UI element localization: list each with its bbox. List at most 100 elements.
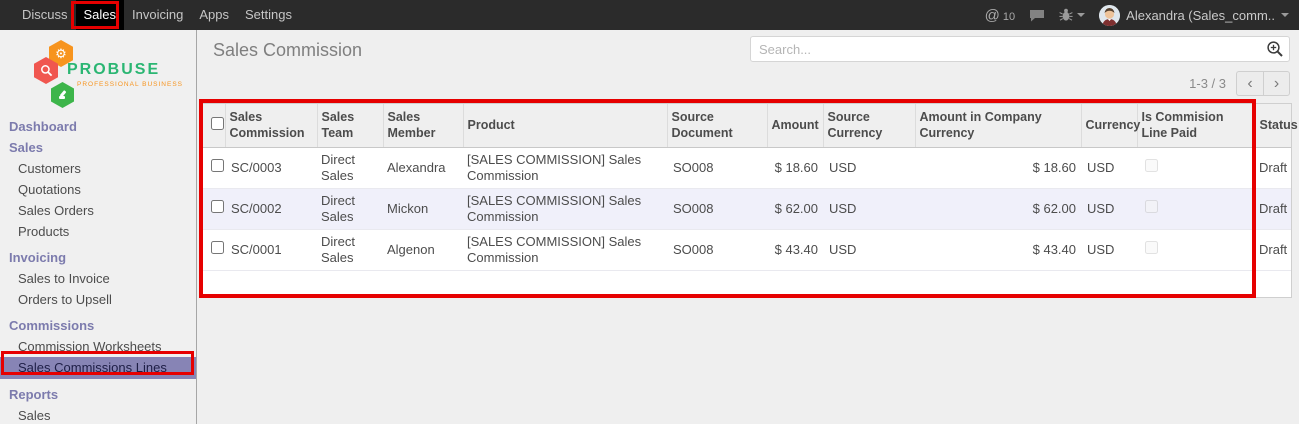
is-paid-checkbox (1145, 159, 1158, 172)
cell-amount-company: $ 43.40 (915, 229, 1081, 270)
col-amount[interactable]: Amount (767, 104, 823, 147)
mention-count: 10 (1003, 11, 1015, 23)
search-box (750, 36, 1290, 62)
col-currency[interactable]: Currency (1081, 104, 1137, 147)
is-paid-checkbox (1145, 241, 1158, 254)
menu-item[interactable]: Discuss (14, 0, 76, 30)
search-zoom-icon[interactable] (1261, 40, 1289, 58)
search-input[interactable] (751, 42, 1261, 57)
sidebar-item[interactable]: Reports (0, 384, 196, 405)
sidebar-item[interactable]: Commissions (0, 315, 196, 336)
at-icon: @ (985, 7, 1000, 24)
cell-amount-company: $ 62.00 (915, 188, 1081, 229)
cell-currency: USD (1081, 147, 1137, 188)
table-empty-space (203, 271, 1291, 297)
sidebar-item[interactable]: Sales (0, 137, 196, 158)
topbar: Discuss Sales Invoicing Apps Settings (0, 0, 1299, 30)
col-sales-team[interactable]: Sales Team (317, 104, 383, 147)
menu-item[interactable]: Apps (191, 0, 237, 30)
commission-table: Sales Commission Sales Team Sales Member… (202, 103, 1292, 298)
pager-prev-button[interactable]: ‹ (1236, 71, 1263, 96)
cell-source-currency: USD (823, 229, 915, 270)
topbar-right: @ 10 (985, 0, 1299, 30)
col-product[interactable]: Product (463, 104, 667, 147)
sidebar-item[interactable]: Sales (0, 405, 196, 424)
cell-sales-commission: SC/0001 (225, 229, 317, 270)
col-sales-commission[interactable]: Sales Commission (225, 104, 317, 147)
cell-sales-member: Mickon (383, 188, 463, 229)
sidebar-item[interactable]: Products (0, 221, 196, 242)
cell-is-paid (1137, 188, 1255, 229)
cell-product: [SALES COMMISSION] Sales Commission (463, 188, 667, 229)
app-menu: Discuss Sales Invoicing Apps Settings (0, 0, 300, 30)
col-is-paid[interactable]: Is Commision Line Paid (1137, 104, 1255, 147)
row-select-cell (203, 188, 225, 229)
cell-is-paid (1137, 229, 1255, 270)
select-all-cell (203, 104, 225, 147)
col-source-currency[interactable]: Source Currency (823, 104, 915, 147)
cell-amount: $ 43.40 (767, 229, 823, 270)
menu-item[interactable]: Settings (237, 0, 300, 30)
col-status[interactable]: Status (1255, 104, 1291, 147)
user-name: Alexandra (Sales_comm.. (1126, 8, 1275, 23)
cell-source-currency: USD (823, 147, 915, 188)
page-title: Sales Commission (213, 40, 362, 61)
col-source-document[interactable]: Source Document (667, 104, 767, 147)
row-checkbox[interactable] (211, 241, 224, 254)
messages-button[interactable] (1029, 9, 1045, 22)
wrench-icon (57, 89, 69, 101)
table-row[interactable]: SC/0003 Direct Sales Alexandra [SALES CO… (203, 147, 1291, 188)
cell-sales-member: Algenon (383, 229, 463, 270)
pager-count: 1-3 / 3 (1189, 76, 1226, 91)
logo-hex-tool (51, 82, 74, 108)
menu-item[interactable]: Invoicing (124, 0, 191, 30)
probuse-logo: ⚙ PROBUSE PROFESSIONAL BUSINESS (0, 36, 196, 108)
cell-amount: $ 18.60 (767, 147, 823, 188)
cell-source-document: SO008 (667, 147, 767, 188)
avatar (1099, 5, 1120, 26)
sidebar-item[interactable]: Invoicing (0, 247, 196, 268)
row-checkbox[interactable] (211, 200, 224, 213)
cell-product: [SALES COMMISSION] Sales Commission (463, 147, 667, 188)
menu-item[interactable]: Sales (76, 0, 125, 30)
table-row[interactable]: SC/0002 Direct Sales Mickon [SALES COMMI… (203, 188, 1291, 229)
cell-is-paid (1137, 147, 1255, 188)
cell-sales-team: Direct Sales (317, 188, 383, 229)
cell-sales-member: Alexandra (383, 147, 463, 188)
sidebar-item[interactable]: Dashboard (0, 116, 196, 137)
col-sales-member[interactable]: Sales Member (383, 104, 463, 147)
sidebar-item[interactable]: Orders to Upsell (0, 289, 196, 310)
sidebar-item[interactable]: Sales to Invoice (0, 268, 196, 289)
sidebar-item[interactable]: Customers (0, 158, 196, 179)
col-amount-company-currency[interactable]: Amount in Company Currency (915, 104, 1081, 147)
cell-sales-team: Direct Sales (317, 147, 383, 188)
pager-next-button[interactable]: › (1263, 71, 1290, 96)
row-checkbox[interactable] (211, 159, 224, 172)
cell-sales-commission: SC/0003 (225, 147, 317, 188)
main-content: Sales Commission 1-3 / 3 ‹ › (198, 30, 1299, 424)
sidebar-item[interactable]: Commission Worksheets (0, 336, 196, 357)
cell-source-document: SO008 (667, 188, 767, 229)
debug-menu[interactable] (1059, 8, 1085, 22)
cell-status: Draft (1255, 229, 1291, 270)
bug-icon (1059, 8, 1073, 22)
sidebar-item[interactable]: Sales Orders (0, 200, 196, 221)
select-all-checkbox[interactable] (211, 117, 224, 130)
sidebar: ⚙ PROBUSE PROFESSIONAL BUSINESS (0, 30, 197, 424)
cell-currency: USD (1081, 188, 1137, 229)
logo-subtitle: PROFESSIONAL BUSINESS (77, 81, 183, 88)
sidebar-item[interactable]: Quotations (0, 179, 196, 200)
table-header-row: Sales Commission Sales Team Sales Member… (203, 104, 1291, 147)
cell-source-currency: USD (823, 188, 915, 229)
pager: 1-3 / 3 ‹ › (1189, 71, 1290, 96)
cell-product: [SALES COMMISSION] Sales Commission (463, 229, 667, 270)
cell-status: Draft (1255, 188, 1291, 229)
mentions-counter[interactable]: @ 10 (985, 7, 1015, 24)
logo-title: PROBUSE (67, 61, 160, 79)
user-menu[interactable]: Alexandra (Sales_comm.. (1099, 5, 1289, 26)
table-row[interactable]: SC/0001 Direct Sales Algenon [SALES COMM… (203, 229, 1291, 270)
cell-currency: USD (1081, 229, 1137, 270)
sidebar-item[interactable]: Sales Commissions Lines (0, 357, 196, 379)
cell-source-document: SO008 (667, 229, 767, 270)
chevron-down-icon (1281, 13, 1289, 17)
